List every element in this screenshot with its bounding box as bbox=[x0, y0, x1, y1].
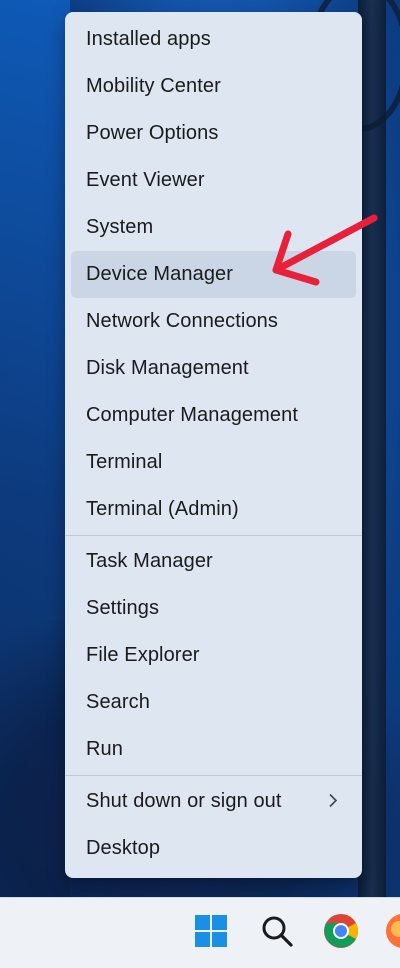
menu-item-label: Task Manager bbox=[86, 550, 213, 572]
firefox-icon[interactable] bbox=[384, 912, 400, 950]
menu-separator bbox=[65, 775, 362, 776]
menu-item-label: Desktop bbox=[86, 837, 161, 859]
menu-item-label: File Explorer bbox=[86, 644, 200, 666]
menu-item-label: Computer Management bbox=[86, 404, 299, 426]
desktop-screen: Installed apps Mobility Center Power Opt… bbox=[0, 0, 400, 968]
menu-item-label: Run bbox=[86, 738, 123, 760]
menu-item-network-connections[interactable]: Network Connections bbox=[71, 298, 356, 345]
menu-item-label: Network Connections bbox=[86, 310, 278, 332]
menu-item-installed-apps[interactable]: Installed apps bbox=[71, 16, 356, 63]
wallpaper-pole bbox=[358, 0, 386, 900]
menu-item-label: Terminal bbox=[86, 451, 163, 473]
menu-item-label: Disk Management bbox=[86, 357, 249, 379]
menu-item-terminal-admin[interactable]: Terminal (Admin) bbox=[71, 486, 356, 533]
menu-item-search[interactable]: Search bbox=[71, 679, 356, 726]
menu-item-disk-management[interactable]: Disk Management bbox=[71, 345, 356, 392]
menu-item-label: Installed apps bbox=[86, 28, 211, 50]
windows-start-icon[interactable] bbox=[192, 912, 230, 950]
menu-item-device-manager[interactable]: Device Manager bbox=[71, 251, 356, 298]
menu-item-label: System bbox=[86, 216, 154, 238]
chrome-icon[interactable] bbox=[322, 912, 360, 950]
menu-item-computer-management[interactable]: Computer Management bbox=[71, 392, 356, 439]
menu-item-system[interactable]: System bbox=[71, 204, 356, 251]
menu-item-label: Event Viewer bbox=[86, 169, 205, 191]
menu-item-shut-down-or-sign-out[interactable]: Shut down or sign out bbox=[71, 778, 356, 825]
chevron-right-icon bbox=[328, 790, 338, 813]
menu-item-label: Shut down or sign out bbox=[86, 790, 282, 812]
menu-item-desktop[interactable]: Desktop bbox=[71, 825, 356, 872]
menu-item-terminal[interactable]: Terminal bbox=[71, 439, 356, 486]
menu-item-file-explorer[interactable]: File Explorer bbox=[71, 632, 356, 679]
menu-item-mobility-center[interactable]: Mobility Center bbox=[71, 63, 356, 110]
menu-item-label: Search bbox=[86, 691, 150, 713]
menu-item-settings[interactable]: Settings bbox=[71, 585, 356, 632]
menu-item-label: Mobility Center bbox=[86, 75, 221, 97]
menu-separator bbox=[65, 535, 362, 536]
taskbar bbox=[0, 897, 400, 968]
menu-item-event-viewer[interactable]: Event Viewer bbox=[71, 157, 356, 204]
search-icon[interactable] bbox=[258, 912, 296, 950]
menu-item-label: Power Options bbox=[86, 122, 219, 144]
menu-item-task-manager[interactable]: Task Manager bbox=[71, 538, 356, 585]
menu-item-label: Settings bbox=[86, 597, 160, 619]
menu-item-power-options[interactable]: Power Options bbox=[71, 110, 356, 157]
menu-item-label: Terminal (Admin) bbox=[86, 498, 239, 520]
menu-item-label: Device Manager bbox=[86, 263, 234, 285]
menu-item-run[interactable]: Run bbox=[71, 726, 356, 773]
winx-context-menu: Installed apps Mobility Center Power Opt… bbox=[65, 12, 362, 878]
